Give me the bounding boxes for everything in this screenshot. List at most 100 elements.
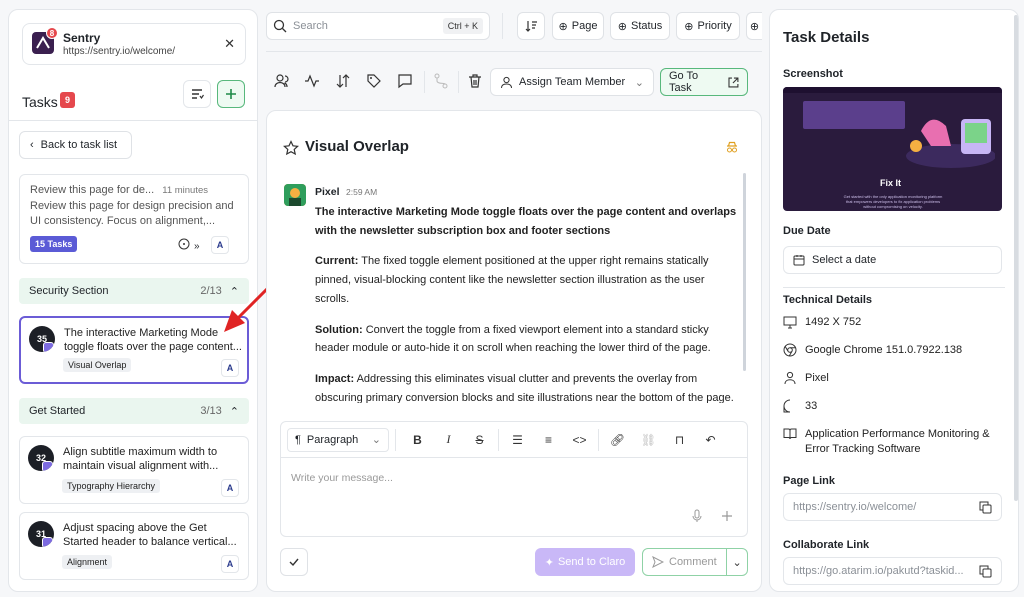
send-to-claro-button[interactable]: ✦ Send to Claro [535,548,635,576]
due-date-placeholder: Select a date [812,254,877,266]
pilcrow-icon: ¶ [295,433,301,446]
screenshot-caption: Fix It [880,178,902,188]
strikethrough-icon[interactable]: S [464,433,495,447]
search-placeholder: Search [293,20,328,32]
chevron-up-icon[interactable]: ⌃ [230,405,239,418]
message-scrollbar[interactable] [743,173,746,371]
merge-icon[interactable] [433,73,449,89]
chevron-left-icon: ‹ [30,139,34,151]
task-title: Visual Overlap [305,138,409,155]
task-number-badge: 32 [28,445,54,471]
calendar-icon [793,255,805,266]
book-icon [783,428,797,440]
resolution-row: 1492 X 752 [783,315,861,329]
task-item[interactable]: 32 Align subtitle maximum width to maint… [19,436,249,504]
chevrons-down-icon[interactable]: » [194,241,200,252]
task-item[interactable]: 31 Adjust spacing above the Get Started … [19,512,249,580]
search-icon [273,19,287,33]
users-icon[interactable] [274,73,290,89]
task-id-row: 33 [783,399,817,413]
screenshot-subtext: Get started with the only application mo… [843,194,943,209]
incognito-icon[interactable] [725,140,739,154]
section-header-get-started[interactable]: Get Started 3/13 ⌃ [19,398,249,424]
check-icon [289,558,299,567]
go-to-task-button[interactable]: Go To Task [660,68,748,96]
review-time: 11 minutes [162,185,208,196]
divider [502,13,503,39]
external-link-icon [728,77,739,87]
trash-icon[interactable] [467,73,483,89]
unlink-icon[interactable]: ⛓︎ [633,433,664,447]
site-card[interactable]: 8 Sentry https://sentry.io/welcome/ ✕ [22,23,246,65]
solution-label: Solution: [315,323,363,336]
sort-arrows-icon[interactable] [335,73,351,89]
top-bar: Search Ctrl + K ⊕ Page ⊕ Status ⊕ Priority … [266,9,762,45]
mark-complete-button[interactable] [280,548,308,576]
flag-comment-icon[interactable] [397,73,413,89]
bold-icon[interactable]: B [402,433,433,447]
go-to-task-label: Go To Task [669,70,699,94]
microphone-icon[interactable] [691,509,703,523]
copy-icon[interactable] [979,565,992,578]
tag-icon[interactable] [366,73,382,89]
priority-filter-label: Priority [697,20,732,32]
message-author: Pixel [315,186,340,198]
category-icon [43,342,54,352]
page-link-value: https://sentry.io/welcome/ [793,501,917,513]
user-icon [501,76,512,88]
user-value: Pixel [805,372,829,384]
close-icon[interactable]: ✕ [224,36,235,52]
code-icon[interactable]: <> [564,433,595,447]
section-name: Get Started [29,405,86,417]
filter-list-button[interactable] [183,80,211,108]
review-body: Review this page for design precision an… [30,200,234,227]
category-row: Application Performance Monitoring & Err… [783,427,998,457]
task-detail-panel: Visual Overlap Pixel 2:59 AM The interac… [266,110,762,592]
site-notification-badge: 8 [46,27,58,39]
link-icon[interactable]: 🔗︎ [602,433,633,447]
numbered-list-icon[interactable]: ≡ [533,433,564,447]
task-id-value: 33 [805,400,818,412]
undo-icon[interactable]: ↶ [695,433,726,447]
due-date-picker[interactable]: Select a date [783,246,1002,274]
resolution-value: 1492 X 752 [805,316,862,328]
user-row: Pixel [783,371,829,385]
current-text: The fixed toggle element positioned at t… [315,255,709,305]
impact-text: Addressing this eliminates visual clutte… [315,372,734,403]
monitor-icon [783,316,797,329]
search-input[interactable]: Search Ctrl + K [266,12,490,40]
back-to-task-list-button[interactable]: ‹ Back to task list [19,131,132,159]
screenshot-thumbnail[interactable]: Fix It Get started with the only applica… [783,87,1002,211]
divider [458,71,459,93]
star-icon[interactable] [283,140,299,156]
browser-value: Google Chrome 151.0.7922.138 [805,344,963,356]
page-link-field[interactable]: https://sentry.io/welcome/ [783,493,1002,521]
plus-circle-icon: ⊕ [558,20,568,33]
message-input[interactable]: Write your message... [291,472,393,484]
italic-icon[interactable]: I [433,432,464,447]
chevron-down-icon: ⌄ [371,434,381,446]
site-url: https://sentry.io/welcome/ [63,46,176,57]
comment-button[interactable]: Comment ⌄ [642,548,748,576]
bookmark-icon[interactable]: ⊓ [664,433,695,447]
assign-team-member-dropdown[interactable]: Assign Team Member ⌄ [490,68,654,96]
sort-button[interactable] [517,12,545,40]
paragraph-label: Paragraph [306,433,359,446]
plus-circle-icon: ⊕ [617,20,628,33]
plus-icon[interactable] [721,510,733,522]
collaborate-link-field[interactable]: https://go.atarim.io/pakutd?taskid... [783,557,1002,585]
paragraph-style-dropdown[interactable]: ¶ Paragraph ⌄ [287,427,389,452]
panel-scrollbar[interactable] [1014,15,1018,501]
more-filter-button[interactable]: ⊕ [746,12,762,40]
bullet-list-icon[interactable]: ☰ [502,433,533,447]
clock-icon [178,238,190,250]
plus-circle-icon: ⊕ [684,20,694,33]
status-filter-button[interactable]: ⊕ Status [610,12,670,40]
page-filter-button[interactable]: ⊕ Page [552,12,604,40]
copy-icon[interactable] [979,501,992,514]
activity-icon[interactable] [304,73,320,89]
divider [9,120,257,121]
chevron-down-icon[interactable]: ⌄ [727,556,747,569]
add-task-button[interactable] [217,80,245,108]
priority-filter-button[interactable]: ⊕ Priority [676,12,740,40]
